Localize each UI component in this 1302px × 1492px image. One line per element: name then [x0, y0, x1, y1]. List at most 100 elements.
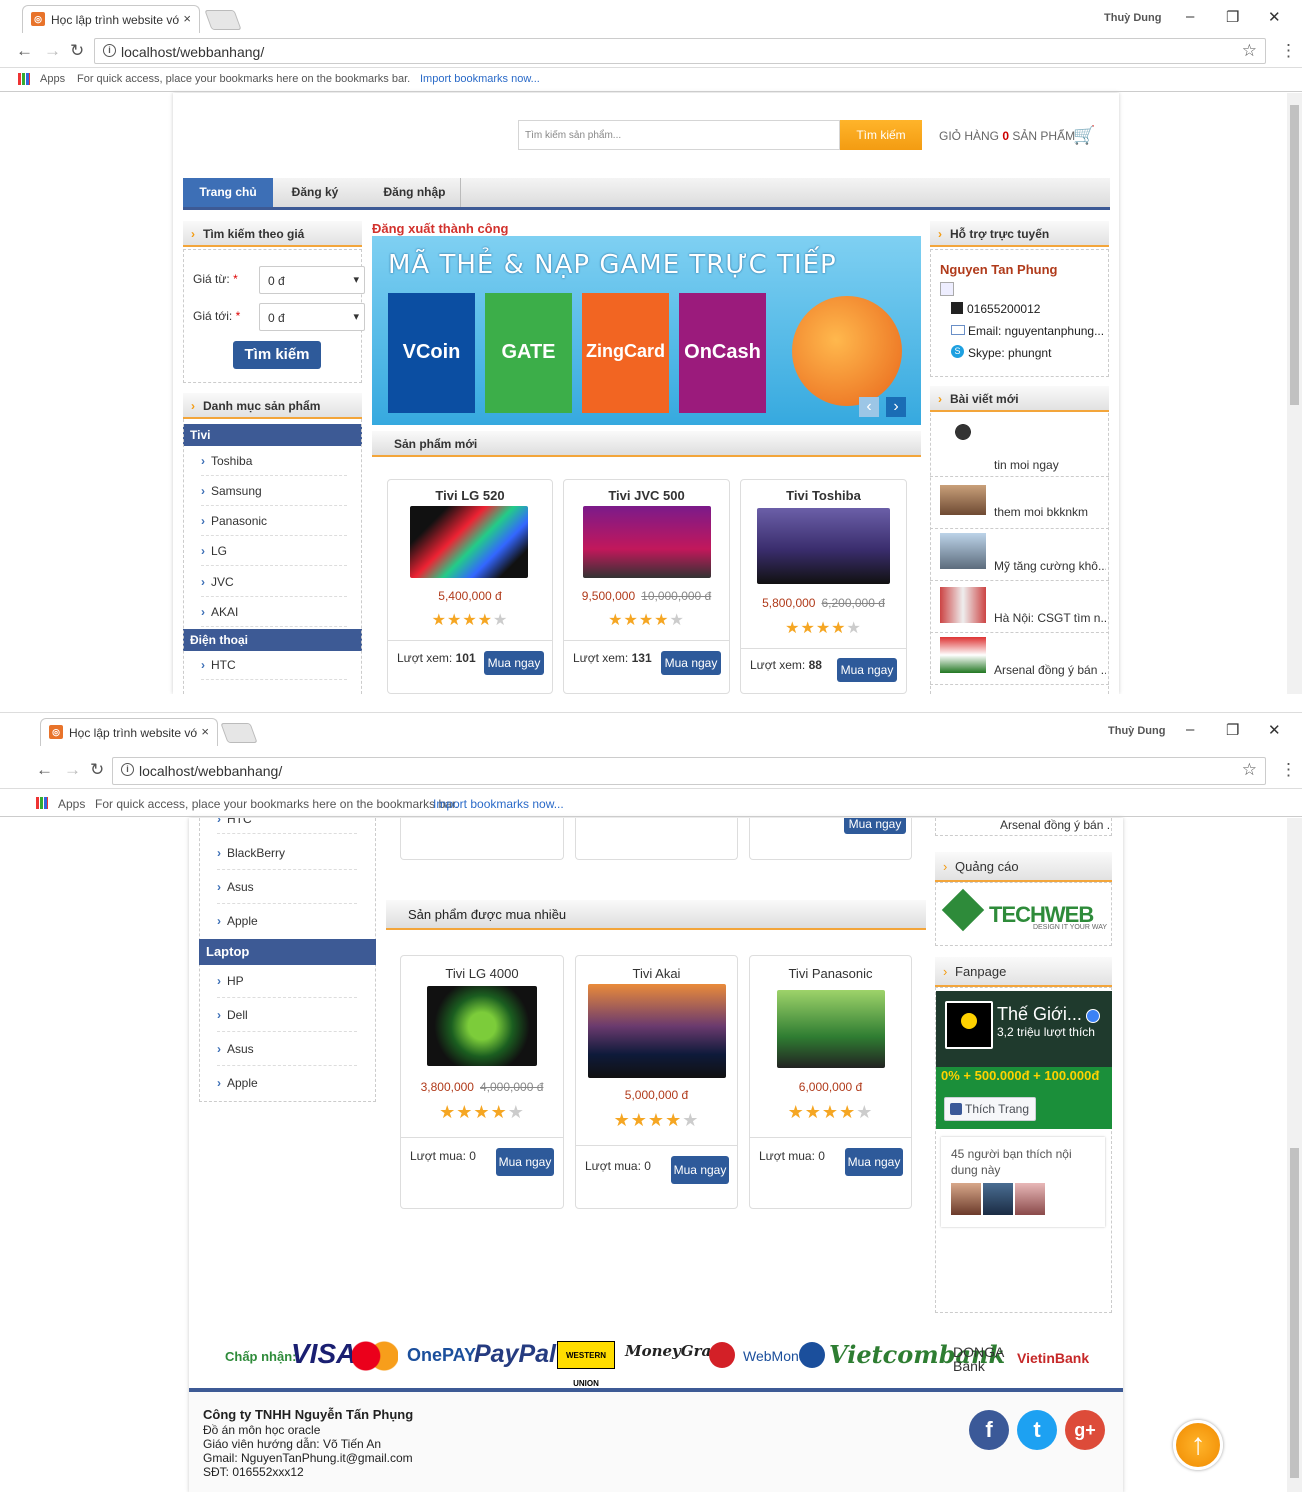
product-name[interactable]: Tivi Akai	[576, 966, 737, 981]
friend-avatar[interactable]	[983, 1183, 1013, 1215]
scrollbar-thumb[interactable]	[1290, 1148, 1299, 1478]
scroll-to-top-button[interactable]: ↑	[1173, 1420, 1223, 1470]
profile-name[interactable]: Thuỳ Dung	[1104, 12, 1161, 24]
info-icon[interactable]: i	[103, 44, 116, 57]
minimize-icon[interactable]: –	[1186, 721, 1194, 738]
nav-register[interactable]: Đăng ký	[283, 178, 347, 207]
post-item[interactable]: them moi bkknkm	[930, 477, 1109, 529]
scrollbar-thumb[interactable]	[1290, 105, 1299, 405]
facebook-icon[interactable]: f	[969, 1410, 1009, 1450]
close-window-icon[interactable]: ✕	[1268, 8, 1281, 26]
search-button[interactable]: Tìm kiếm	[840, 120, 922, 150]
buy-now-button[interactable]: Mua ngay	[837, 658, 897, 682]
banner-next-button[interactable]: ›	[886, 397, 906, 417]
like-page-button[interactable]: Thích Trang	[944, 1097, 1036, 1121]
twitter-icon[interactable]: t	[1017, 1410, 1057, 1450]
product-name[interactable]: Tivi Toshiba	[741, 488, 906, 503]
menu-icon[interactable]: ⋮	[1280, 41, 1297, 61]
friend-avatar[interactable]	[1015, 1183, 1045, 1215]
back-icon[interactable]: ←	[16, 41, 33, 61]
buy-now-button[interactable]: Mua ngay	[845, 1148, 903, 1176]
import-bookmarks-link[interactable]: Import bookmarks now...	[420, 73, 540, 85]
restore-icon[interactable]: ❐	[1226, 721, 1239, 739]
product-image[interactable]	[777, 990, 885, 1068]
post-item-cut[interactable]: Arsenal đồng ý bán ...	[935, 818, 1112, 836]
buy-now-button[interactable]: Mua ngay	[844, 818, 906, 834]
post-item[interactable]: Arsenal đồng ý bán ...	[930, 633, 1109, 685]
product-image[interactable]	[757, 508, 890, 584]
promo-banner[interactable]: MÃ THẺ & NẠP GAME TRỰC TIẾP VCoin GATE Z…	[372, 236, 921, 425]
product-name[interactable]: Tivi Panasonic	[750, 966, 911, 981]
product-image[interactable]	[583, 506, 711, 578]
menu-icon[interactable]: ⋮	[1280, 760, 1297, 780]
fanpage-avatar[interactable]	[945, 1001, 993, 1049]
nav-login[interactable]: Đăng nhập	[369, 178, 461, 207]
nav-home[interactable]: Trang chủ	[183, 178, 273, 207]
category-item[interactable]: HTC	[217, 818, 357, 834]
category-item[interactable]: Dell	[217, 1008, 357, 1032]
forward-icon[interactable]: →	[44, 41, 61, 61]
profile-name[interactable]: Thuỳ Dung	[1108, 725, 1165, 737]
product-name[interactable]: Tivi JVC 500	[564, 488, 729, 503]
post-item[interactable]: Mỹ tăng cường khô...	[930, 529, 1109, 581]
post-item[interactable]: tin moi ngay	[930, 415, 1109, 477]
google-plus-icon[interactable]: g+	[1065, 1410, 1105, 1450]
search-input[interactable]: Tìm kiếm sản phẩm...	[518, 120, 840, 150]
banner-prev-button[interactable]: ‹	[859, 397, 879, 417]
apps-icon[interactable]	[18, 73, 30, 85]
price-to-select[interactable]: 0 đ	[259, 303, 365, 331]
support-email[interactable]: Email: nguyentanphung...	[968, 324, 1104, 338]
friend-avatar[interactable]	[951, 1183, 981, 1215]
buy-now-button[interactable]: Mua ngay	[484, 651, 544, 675]
card-vcoin[interactable]: VCoin	[388, 293, 475, 413]
buy-now-button[interactable]: Mua ngay	[496, 1148, 554, 1176]
new-tab-button[interactable]	[220, 723, 258, 743]
price-from-select[interactable]: 0 đ	[259, 266, 365, 294]
omnibox[interactable]: i localhost/webbanhang/ ☆	[112, 757, 1266, 785]
scrollbar[interactable]	[1287, 93, 1302, 694]
cart-icon[interactable]: 🛒	[1073, 125, 1095, 146]
info-icon[interactable]: i	[121, 763, 134, 776]
category-item[interactable]: HP	[217, 974, 357, 998]
fanpage-name[interactable]: Thế Giới...	[997, 1004, 1082, 1025]
buy-now-button[interactable]: Mua ngay	[671, 1156, 729, 1184]
scrollbar[interactable]	[1287, 818, 1302, 1492]
close-tab-icon[interactable]: ×	[183, 11, 191, 26]
apps-icon[interactable]	[36, 797, 48, 809]
close-window-icon[interactable]: ✕	[1268, 721, 1281, 739]
import-bookmarks-link[interactable]: Import bookmarks now...	[433, 797, 564, 811]
apps-link[interactable]: Apps	[40, 73, 65, 85]
bookmark-star-icon[interactable]: ☆	[1242, 41, 1257, 61]
category-item[interactable]: Apple	[217, 1076, 357, 1100]
category-laptop[interactable]: Laptop	[199, 939, 376, 965]
product-name[interactable]: Tivi LG 4000	[401, 966, 563, 981]
card-gate[interactable]: GATE	[485, 293, 572, 413]
post-item[interactable]: Hà Nội: CSGT tìm n...	[930, 581, 1109, 633]
product-name[interactable]: Tivi LG 520	[388, 488, 552, 503]
product-image[interactable]	[588, 984, 726, 1078]
forward-icon[interactable]: →	[64, 760, 81, 780]
category-item[interactable]: Asus	[217, 1042, 357, 1066]
product-image[interactable]	[410, 506, 528, 578]
reload-icon[interactable]: ↻	[70, 41, 84, 61]
close-tab-icon[interactable]: ×	[201, 724, 209, 739]
buy-now-button[interactable]: Mua ngay	[661, 651, 721, 675]
omnibox[interactable]: i localhost/webbanhang/ ☆	[94, 38, 1266, 64]
price-search-button[interactable]: Tìm kiếm	[233, 341, 321, 369]
back-icon[interactable]: ←	[36, 760, 53, 780]
category-item[interactable]: BlackBerry	[217, 846, 357, 870]
browser-tab[interactable]: ◎ Học lập trình website với ×	[40, 718, 218, 746]
restore-icon[interactable]: ❐	[1226, 8, 1239, 26]
support-skype[interactable]: Skype: phungnt	[968, 346, 1051, 360]
new-tab-button[interactable]	[204, 10, 242, 30]
category-item[interactable]: Apple	[217, 914, 357, 938]
product-image[interactable]	[427, 986, 537, 1066]
minimize-icon[interactable]: –	[1186, 8, 1194, 25]
reload-icon[interactable]: ↻	[90, 760, 104, 780]
card-oncash[interactable]: OnCash	[679, 293, 766, 413]
cart-summary[interactable]: GIỎ HÀNG 0 SẢN PHẨM	[939, 129, 1075, 143]
bookmark-star-icon[interactable]: ☆	[1242, 760, 1257, 780]
category-item[interactable]: Asus	[217, 880, 357, 904]
browser-tab[interactable]: ◎ Học lập trình website với ×	[22, 5, 200, 33]
card-zingcard[interactable]: ZingCard	[582, 293, 669, 413]
